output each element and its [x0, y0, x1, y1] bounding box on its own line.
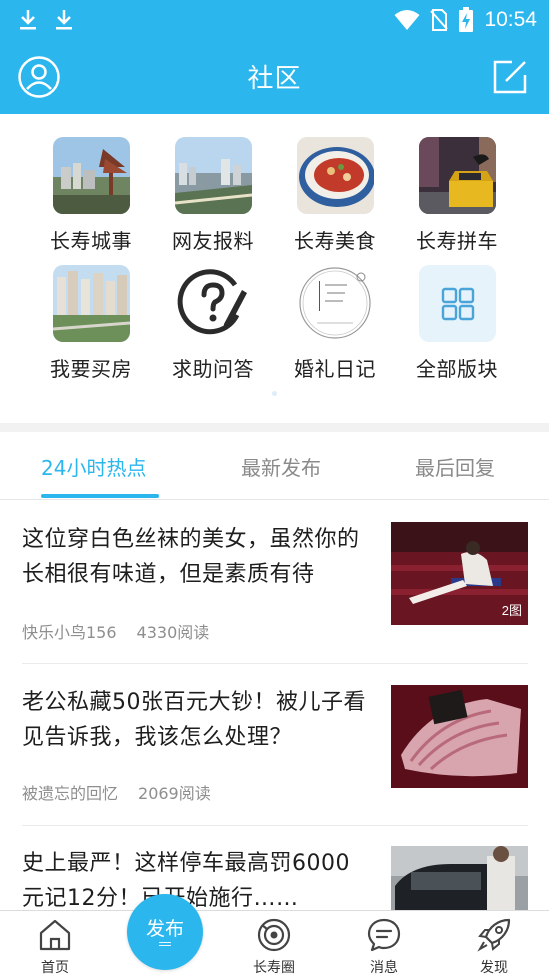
- tab-last-reply[interactable]: 最后回复: [415, 452, 495, 481]
- rocket-icon: [477, 918, 511, 952]
- tab-24h-hot[interactable]: 24小时热点: [41, 452, 146, 481]
- category-label: 长寿城事: [50, 229, 132, 253]
- page-title: 社区: [247, 64, 302, 94]
- category-food[interactable]: 长寿美食: [275, 137, 395, 254]
- publish-button[interactable]: 发布: [127, 894, 203, 970]
- post-title[interactable]: 老公私藏50张百元大钞！被儿子看见告诉我，我该怎么处理？: [22, 685, 372, 755]
- section-divider: [0, 423, 549, 432]
- city-aerial-photo: [174, 137, 252, 214]
- wedding-diary-logo: [296, 265, 374, 342]
- post-item[interactable]: 这位穿白色丝袜的美女，虽然你的长相很有味道，但是素质有待 快乐小鸟156 4330…: [22, 522, 528, 663]
- status-time: 10:54: [484, 8, 537, 31]
- image-count-badge: 2图: [501, 603, 522, 618]
- nav-label: 首页: [41, 960, 69, 976]
- category-qa[interactable]: 求助问答: [153, 265, 273, 382]
- post-title[interactable]: 这位穿白色丝袜的美女，虽然你的长相很有味道，但是素质有待: [22, 522, 372, 592]
- category-label: 求助问答: [172, 357, 254, 381]
- publish-decoration: [159, 942, 171, 943]
- nav-circle[interactable]: 长寿圈: [229, 911, 319, 976]
- post-title[interactable]: 史上最严！这样停车最高罚6000元记12分！已开始施行……: [22, 846, 372, 910]
- home-icon: [39, 919, 71, 951]
- post-meta: 被遗忘的回忆 2069阅读: [22, 780, 211, 804]
- download-icon: [56, 10, 72, 30]
- download-icon: [20, 10, 36, 30]
- nav-label: 长寿圈: [253, 960, 295, 976]
- question-pen-icon: [174, 265, 252, 342]
- nav-label: 消息: [370, 960, 398, 976]
- category-grid: 长寿城事 网友报料 长寿美食 长寿拼车 我要买房 求助问答 婚礼日记 全部版块: [0, 134, 549, 384]
- post-image[interactable]: [391, 685, 528, 788]
- no-sim-icon: [430, 9, 449, 31]
- city-photo: [52, 137, 130, 214]
- status-bar: 10:54: [0, 0, 549, 40]
- circle-icon: [257, 918, 291, 952]
- category-label: 婚礼日记: [294, 357, 376, 381]
- post-image[interactable]: [391, 846, 528, 910]
- category-label: 网友报料: [172, 229, 254, 253]
- taxi-photo: [418, 137, 496, 214]
- tab-latest[interactable]: 最新发布: [241, 452, 321, 481]
- app-header: 10:54 社区: [0, 0, 549, 114]
- category-label: 长寿拼车: [416, 229, 498, 253]
- feed-tabs: 24小时热点 最新发布 最后回复: [0, 432, 549, 500]
- category-label: 长寿美食: [294, 229, 376, 253]
- nav-discover[interactable]: 发现: [449, 911, 539, 976]
- food-bowl-photo: [296, 137, 374, 214]
- post-divider: [22, 825, 528, 826]
- category-label: 全部版块: [416, 357, 498, 381]
- category-carpool[interactable]: 长寿拼车: [397, 137, 517, 254]
- category-label: 我要买房: [50, 357, 132, 381]
- post-author[interactable]: 被遗忘的回忆: [22, 784, 118, 803]
- category-all-sections[interactable]: 全部版块: [397, 265, 517, 382]
- nav-label: 发现: [480, 960, 508, 976]
- post-author[interactable]: 快乐小鸟156: [22, 623, 117, 642]
- post-feed: 这位穿白色丝袜的美女，虽然你的长相很有味道，但是素质有待 快乐小鸟156 4330…: [0, 501, 549, 910]
- category-wedding-diary[interactable]: 婚礼日记: [275, 265, 395, 382]
- active-tab-indicator: [41, 494, 159, 498]
- nav-messages[interactable]: 消息: [339, 911, 429, 976]
- post-item[interactable]: 老公私藏50张百元大钞！被儿子看见告诉我，我该怎么处理？ 被遗忘的回忆 2069阅…: [22, 685, 528, 825]
- publish-decoration: [159, 945, 171, 946]
- title-bar: 社区: [0, 50, 549, 106]
- category-city-news[interactable]: 长寿城事: [31, 137, 151, 254]
- post-divider: [22, 663, 528, 664]
- pager-indicator: [272, 391, 277, 396]
- wifi-icon: [394, 10, 420, 30]
- post-image[interactable]: 2图: [391, 522, 528, 625]
- apartments-photo: [52, 265, 130, 342]
- bottom-navigation: 首页 长寿圈 消息 发现: [0, 910, 549, 976]
- post-item[interactable]: 史上最严！这样停车最高罚6000元记12分！已开始施行……: [22, 846, 528, 910]
- grid-icon: [418, 265, 496, 342]
- edit-icon[interactable]: [492, 59, 528, 95]
- category-user-reports[interactable]: 网友报料: [153, 137, 273, 254]
- post-reads: 4330阅读: [136, 623, 210, 642]
- publish-label: 发布: [145, 918, 184, 940]
- post-meta: 快乐小鸟156 4330阅读: [22, 619, 209, 643]
- nav-home[interactable]: 首页: [10, 911, 100, 976]
- category-buy-house[interactable]: 我要买房: [31, 265, 151, 382]
- battery-charging-icon: [459, 7, 474, 32]
- message-icon: [367, 918, 401, 952]
- post-reads: 2069阅读: [138, 784, 211, 803]
